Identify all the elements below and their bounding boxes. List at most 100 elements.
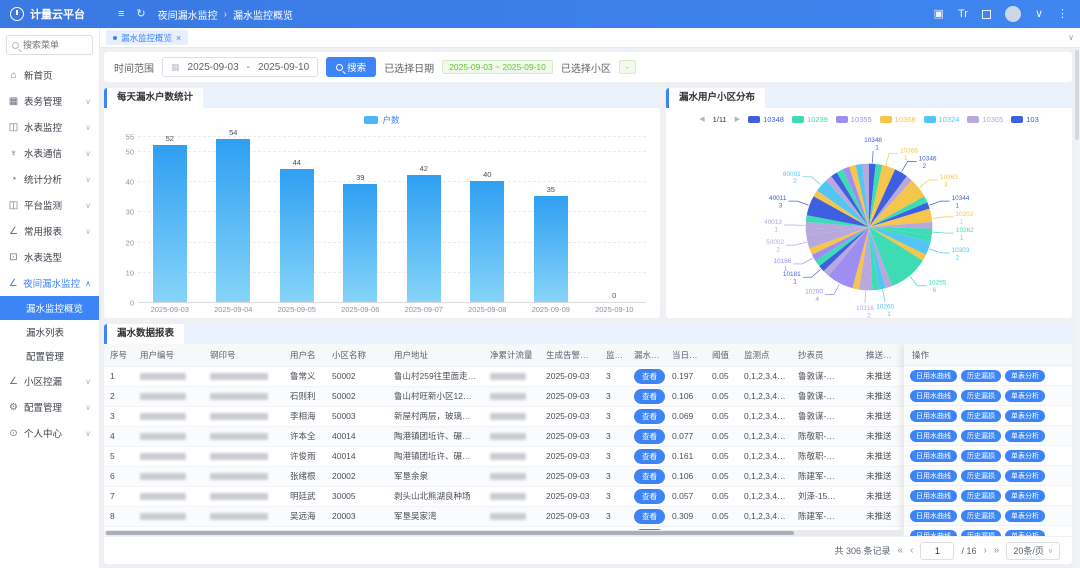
image-icon[interactable]: ▣ [934, 9, 944, 20]
action-button-历史漏损[interactable]: 历史漏损 [961, 410, 1001, 422]
action-button-单表分析[interactable]: 单表分析 [1005, 510, 1045, 522]
refresh-icon[interactable]: ↻ [136, 9, 145, 20]
legend-prev-icon[interactable]: ◀ [699, 115, 704, 123]
pie-legend-item-10368[interactable]: 10368 [880, 115, 916, 124]
avatar[interactable] [1005, 6, 1021, 22]
view-detail-button[interactable]: 查看 [634, 389, 665, 404]
action-button-单表分析[interactable]: 单表分析 [1005, 530, 1045, 537]
action-button-日用水曲线[interactable]: 日用水曲线 [910, 510, 957, 522]
action-button-历史漏损[interactable]: 历史漏损 [961, 490, 1001, 502]
action-button-历史漏损[interactable]: 历史漏损 [961, 510, 1001, 522]
pie-label-line [933, 217, 954, 219]
action-button-日用水曲线[interactable]: 日用水曲线 [910, 530, 957, 537]
cell-阈值: 0.05 [706, 446, 738, 466]
sidebar-subitem-配置管理[interactable]: 配置管理 [0, 344, 99, 368]
fullscreen-icon[interactable] [982, 10, 991, 19]
sidebar-search[interactable] [6, 35, 93, 55]
sidebar-item-新首页[interactable]: ⌂新首页 [0, 62, 99, 88]
last-page-button[interactable]: » [994, 545, 1000, 556]
collapse-sidebar-icon[interactable]: ≡ [118, 9, 124, 20]
view-detail-button[interactable]: 查看 [634, 449, 665, 464]
vertical-scrollbar[interactable] [1074, 48, 1080, 568]
redacted-value [210, 373, 268, 380]
sidebar-item-夜间漏水监控[interactable]: ∠夜间漏水监控∧ [0, 270, 99, 296]
action-button-日用水曲线[interactable]: 日用水曲线 [910, 430, 957, 442]
date-range-picker[interactable]: ▦ 2025-09-03 - 2025-09-10 [162, 57, 318, 77]
bar-chart-legend[interactable]: 户数 [104, 112, 660, 128]
action-button-历史漏损[interactable]: 历史漏损 [961, 470, 1001, 482]
date-start[interactable]: 2025-09-03 [188, 62, 239, 73]
pie-legend-item-10324[interactable]: 10324 [924, 115, 960, 124]
pie-legend-item-10355[interactable]: 10355 [836, 115, 872, 124]
sidebar-item-统计分析[interactable]: ◔统计分析∨ [0, 166, 99, 192]
cell-监测天数: 3 [600, 426, 628, 446]
view-detail-button[interactable]: 查看 [634, 489, 665, 504]
date-end[interactable]: 2025-09-10 [258, 62, 309, 73]
next-page-button[interactable]: › [983, 545, 986, 556]
translate-icon[interactable]: Tr [958, 9, 968, 20]
prev-page-button[interactable]: ‹ [910, 545, 913, 556]
tab-leak-overview[interactable]: 漏水监控概览 × [106, 30, 188, 45]
sidebar-item-配置管理[interactable]: ⚙配置管理∨ [0, 394, 99, 420]
sidebar-item-水表选型[interactable]: ⊡水表选型 [0, 244, 99, 270]
vertical-scrollbar-thumb[interactable] [1075, 50, 1079, 140]
action-button-历史漏损[interactable]: 历史漏损 [961, 450, 1001, 462]
horizontal-scrollbar-thumb[interactable] [106, 531, 794, 535]
action-button-单表分析[interactable]: 单表分析 [1005, 370, 1045, 382]
action-button-日用水曲线[interactable]: 日用水曲线 [910, 410, 957, 422]
horizontal-scrollbar[interactable] [104, 530, 904, 536]
sidebar-item-水表通信[interactable]: ♆水表通信∨ [0, 140, 99, 166]
view-detail-button[interactable]: 查看 [634, 429, 665, 444]
action-button-日用水曲线[interactable]: 日用水曲线 [910, 470, 957, 482]
view-detail-button[interactable]: 查看 [634, 409, 665, 424]
tabbar-chevron-icon[interactable]: ∨ [1068, 33, 1074, 42]
total-pages: / 16 [961, 546, 976, 556]
bar-2025-09-08 [470, 181, 504, 302]
action-button-日用水曲线[interactable]: 日用水曲线 [910, 450, 957, 462]
sidebar-item-水表监控[interactable]: ◫水表监控∨ [0, 114, 99, 140]
legend-next-icon[interactable]: ▶ [735, 115, 740, 123]
sidebar-item-平台监测[interactable]: ◫平台监测∨ [0, 192, 99, 218]
sidebar-subitem-漏水列表[interactable]: 漏水列表 [0, 320, 99, 344]
page-input[interactable] [920, 542, 954, 560]
sidebar-subitem-漏水监控概览[interactable]: 漏水监控概览 [0, 296, 99, 320]
breadcrumb-parent[interactable]: 夜间漏水监控 [158, 7, 218, 22]
cell-用户名: 许俊雨 [284, 446, 326, 466]
view-detail-button[interactable]: 查看 [634, 369, 665, 384]
action-button-日用水曲线[interactable]: 日用水曲线 [910, 390, 957, 402]
sidebar-item-label: 统计分析 [24, 172, 80, 186]
search-input[interactable] [23, 40, 87, 50]
action-button-历史漏损[interactable]: 历史漏损 [961, 430, 1001, 442]
pie-legend-item-10365[interactable]: 10365 [967, 115, 1003, 124]
page-size-select[interactable]: 20条/页 ∨ [1006, 542, 1060, 560]
chevron-down-icon[interactable]: ∨ [1035, 9, 1043, 20]
sidebar-item-个人中心[interactable]: ⊙个人中心∨ [0, 420, 99, 446]
action-button-日用水曲线[interactable]: 日用水曲线 [910, 490, 957, 502]
pie-legend-item-103[interactable]: 103 [1011, 115, 1039, 124]
sidebar-item-表务管理[interactable]: ▦表务管理∨ [0, 88, 99, 114]
pie-legend-item-10348[interactable]: 10348 [748, 115, 784, 124]
action-button-单表分析[interactable]: 单表分析 [1005, 430, 1045, 442]
first-page-button[interactable]: « [898, 545, 904, 556]
action-button-单表分析[interactable]: 单表分析 [1005, 470, 1045, 482]
sidebar-item-常用报表[interactable]: ∠常用报表∨ [0, 218, 99, 244]
action-button-单表分析[interactable]: 单表分析 [1005, 490, 1045, 502]
action-button-单表分析[interactable]: 单表分析 [1005, 390, 1045, 402]
sidebar-item-小区控漏[interactable]: ∠小区控漏∨ [0, 368, 99, 394]
cell-监测天数: 3 [600, 486, 628, 506]
cell-用户名: 石则利 [284, 386, 326, 406]
action-button-历史漏损[interactable]: 历史漏损 [961, 390, 1001, 402]
cell-生成告警日期: 2025-09-03 [540, 486, 600, 506]
tab-close-icon[interactable]: × [176, 33, 181, 43]
action-button-历史漏损[interactable]: 历史漏损 [961, 370, 1001, 382]
search-button[interactable]: 搜索 [326, 57, 376, 77]
table-row: 5许俊雨40014陶港镇团坵许、碾坝组2025-09-033查看0.1610.0… [104, 446, 904, 466]
action-button-单表分析[interactable]: 单表分析 [1005, 450, 1045, 462]
view-detail-button[interactable]: 查看 [634, 509, 665, 524]
pie-legend-item-10239[interactable]: 10239 [792, 115, 828, 124]
kebab-menu-icon[interactable]: ⋮ [1057, 9, 1068, 20]
action-button-单表分析[interactable]: 单表分析 [1005, 410, 1045, 422]
action-button-日用水曲线[interactable]: 日用水曲线 [910, 370, 957, 382]
view-detail-button[interactable]: 查看 [634, 469, 665, 484]
action-button-历史漏损[interactable]: 历史漏损 [961, 530, 1001, 537]
